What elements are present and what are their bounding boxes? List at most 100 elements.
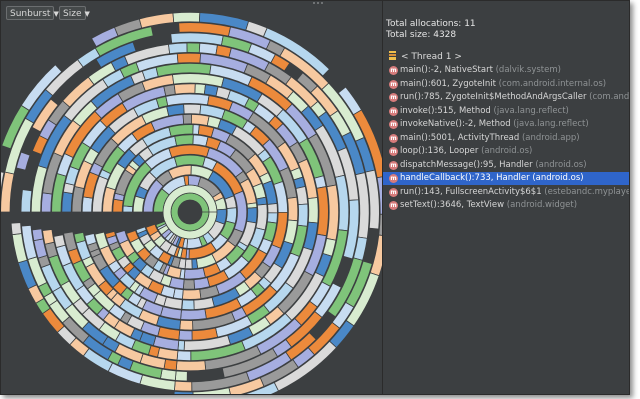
- drag-grip-icon[interactable]: [311, 1, 325, 5]
- sunburst-segment[interactable]: [246, 207, 258, 224]
- sunburst-segment[interactable]: [369, 234, 382, 277]
- thread-icon: [389, 51, 396, 60]
- sunburst-segment[interactable]: [183, 103, 202, 115]
- sunburst-segment[interactable]: [178, 329, 193, 341]
- sunburst-segment[interactable]: [173, 154, 206, 167]
- sunburst-segment[interactable]: [297, 203, 309, 227]
- method-icon: m: [389, 120, 398, 129]
- sunburst-segment[interactable]: [182, 279, 195, 290]
- method-name: run():143, FullscreenActivity$6$1: [400, 186, 542, 197]
- stack-frame-row[interactable]: m main():5001, ActivityThread (android.ap…: [383, 132, 629, 145]
- sunburst-segment[interactable]: [176, 350, 192, 361]
- sunburst-segment[interactable]: [163, 358, 178, 371]
- method-icon: m: [389, 66, 398, 75]
- stack-frame-row[interactable]: m main():-2, NativeStart (dalvik.system): [383, 64, 629, 77]
- stack-frame-row[interactable]: m invoke():515, Method (java.lang.reflect…: [383, 105, 629, 118]
- allocation-summary: Total allocations: 11 Total size: 4328: [386, 19, 476, 41]
- sunburst-segment[interactable]: [173, 83, 196, 95]
- sunburst-segment[interactable]: [81, 196, 94, 213]
- method-name: handleCallback():733, Handler: [400, 173, 530, 183]
- sunburst-segment[interactable]: [307, 197, 319, 224]
- sunburst-segment[interactable]: [174, 370, 188, 382]
- method-name: invokeNative():-2, Method: [400, 119, 511, 129]
- sunburst-segment[interactable]: [53, 234, 66, 249]
- sunburst-segment[interactable]: [198, 42, 218, 55]
- sunburst-segment[interactable]: [267, 203, 278, 214]
- stack-frame-row[interactable]: m handleCallback():733, Handler (android.…: [383, 172, 629, 185]
- sunburst-segment[interactable]: [190, 114, 210, 126]
- sunburst-segment[interactable]: [314, 175, 327, 189]
- sunburst-segment[interactable]: [182, 114, 192, 125]
- method-icon: m: [389, 147, 398, 156]
- sunburst-segment[interactable]: [295, 186, 309, 206]
- sunburst-segment[interactable]: [173, 390, 194, 394]
- sunburst-segment[interactable]: [186, 42, 201, 54]
- sort-mode-value: Size: [63, 9, 82, 19]
- method-icon: m: [389, 201, 398, 210]
- sunburst-segment[interactable]: [181, 299, 195, 310]
- sunburst-segment[interactable]: [166, 103, 185, 117]
- sunburst-segment[interactable]: [180, 308, 207, 321]
- sunburst-segment[interactable]: [192, 134, 209, 147]
- sunburst-segment[interactable]: [287, 196, 299, 222]
- stack-frame-row[interactable]: m loop():136, Looper (android.os): [383, 145, 629, 158]
- sunburst-segment[interactable]: [174, 134, 194, 147]
- method-name: loop():136, Looper: [400, 146, 479, 156]
- sunburst-segment[interactable]: [112, 198, 124, 213]
- sunburst-segment[interactable]: [31, 228, 44, 242]
- sunburst-segment[interactable]: [10, 222, 23, 236]
- stack-frame-row[interactable]: m setText():3646, TextView (android.widge…: [383, 199, 629, 212]
- package-name: (estebandc.myplayer): [541, 186, 629, 197]
- allocation-tracker-window: Sunburst ▼ Size ▼ Total allocations: 11 To…: [0, 0, 630, 395]
- sunburst-segment[interactable]: [160, 368, 177, 381]
- sunburst-segment[interactable]: [266, 212, 278, 224]
- package-name: (android.os): [532, 159, 587, 170]
- sunburst-segment[interactable]: [168, 42, 188, 55]
- sunburst-segment[interactable]: [175, 360, 207, 372]
- sunburst-segment[interactable]: [194, 83, 206, 95]
- sunburst-segment[interactable]: [176, 52, 202, 64]
- sunburst-segment[interactable]: [61, 191, 74, 213]
- chart-type-dropdown[interactable]: Sunburst ▼: [6, 6, 59, 20]
- method-name: dispatchMessage():95, Handler: [400, 159, 533, 170]
- allocation-sunburst-chart[interactable]: [1, 1, 382, 394]
- sunburst-segment[interactable]: [40, 192, 53, 213]
- sunburst-segment[interactable]: [20, 189, 33, 213]
- stack-frame-row[interactable]: m run():785, ZygoteInit$MethodAndArgsCall…: [383, 91, 629, 104]
- method-icon: m: [389, 133, 398, 143]
- stack-frame-row[interactable]: m invokeNative():-2, Method (java.lang.re…: [383, 118, 629, 131]
- package-name: (java.lang.reflect): [490, 105, 569, 116]
- sunburst-segment[interactable]: [255, 203, 268, 231]
- sunburst-segment[interactable]: [163, 84, 176, 97]
- package-name: (android.os): [529, 173, 584, 183]
- stack-frame-row[interactable]: m main():601, ZygoteInit (com.android.int…: [383, 78, 629, 91]
- method-name: invoke():515, Method: [400, 105, 491, 116]
- package-name: (dalvik.system): [492, 65, 561, 75]
- sunburst-segment[interactable]: [181, 288, 202, 300]
- chevron-down-icon: ▼: [84, 10, 90, 18]
- package-name: (android.widget): [504, 200, 578, 210]
- sunburst-segment[interactable]: [186, 236, 203, 249]
- method-icon: m: [389, 106, 398, 116]
- sunburst-segment[interactable]: [193, 277, 211, 290]
- sunburst-segment[interactable]: [225, 207, 237, 224]
- method-icon: m: [389, 187, 398, 197]
- sunburst-segment[interactable]: [183, 267, 206, 280]
- sunburst-segment[interactable]: [179, 319, 194, 331]
- method-icon: m: [389, 160, 398, 170]
- stack-frame-row[interactable]: m dispatchMessage():95, Handler (android.…: [383, 159, 629, 172]
- sunburst-segment[interactable]: [191, 258, 199, 270]
- sunburst-pane: Sunburst ▼ Size ▼: [1, 1, 382, 394]
- method-name: run():785, ZygoteInit$MethodAndArgsCalle…: [400, 92, 587, 102]
- thread-node[interactable]: < Thread 1 >: [389, 51, 462, 64]
- sunburst-segment[interactable]: [42, 228, 55, 245]
- stack-frame-row[interactable]: m run():143, FullscreenActivity$6$1 (este…: [383, 186, 629, 199]
- sort-mode-dropdown[interactable]: Size ▼: [59, 6, 90, 20]
- method-icon: m: [389, 79, 398, 89]
- method-name: main():601, ZygoteInit: [400, 78, 496, 89]
- package-name: (android.app): [519, 132, 580, 143]
- package-name: (com.android.internal.os): [589, 92, 629, 102]
- total-size: Total size: 4328: [386, 30, 457, 40]
- method-name: setText():3646, TextView: [400, 200, 505, 210]
- sunburst-segment[interactable]: [173, 380, 193, 392]
